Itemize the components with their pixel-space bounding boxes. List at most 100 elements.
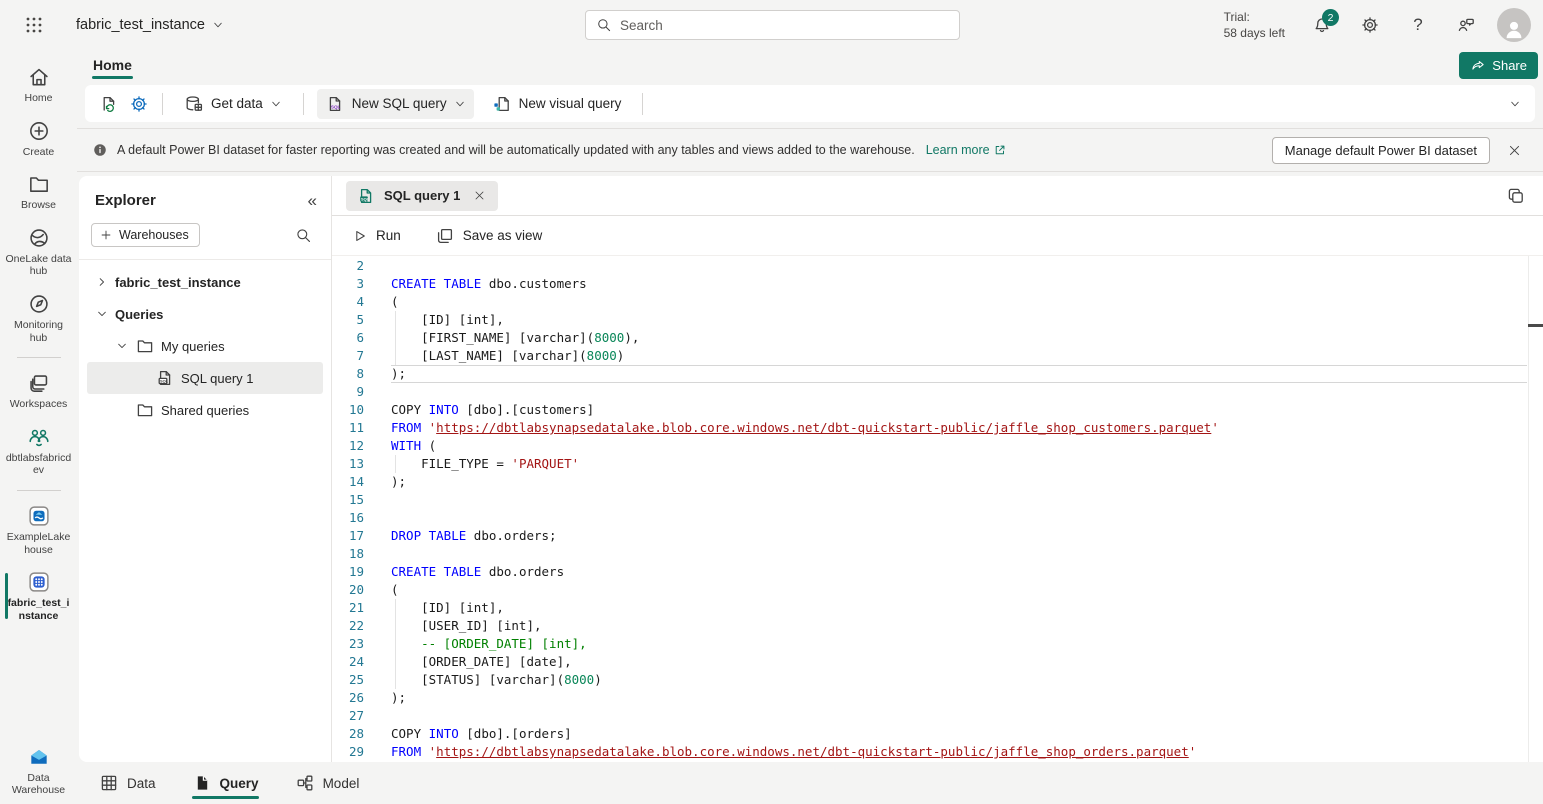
share-button[interactable]: Share: [1459, 52, 1538, 79]
workspace-selector[interactable]: fabric_test_instance: [76, 17, 224, 33]
home-icon: [27, 65, 51, 89]
code-line-12[interactable]: 12WITH (: [334, 437, 1527, 455]
tree-item-label: SQL query 1: [181, 371, 254, 386]
code-line-content: CREATE TABLE dbo.orders: [391, 563, 1527, 581]
nav-item-fabric-test-instance[interactable]: fabric_test_instance: [3, 563, 75, 629]
code-line-24[interactable]: 24 [ORDER_DATE] [date],: [334, 653, 1527, 671]
nav-item-home[interactable]: Home: [3, 58, 75, 112]
code-line-26[interactable]: 26);: [334, 689, 1527, 707]
nav-item-label: Monitoring hub: [6, 319, 72, 344]
code-line-6[interactable]: 6 [FIRST_NAME] [varchar](8000),: [334, 329, 1527, 347]
notifications-button[interactable]: 2: [1305, 8, 1339, 42]
code-line-3[interactable]: 3CREATE TABLE dbo.customers: [334, 275, 1527, 293]
app-window: fabric_test_instance Trial: 58 days left…: [0, 0, 1543, 804]
nav-item-dbtlabsfabricdev[interactable]: dbtlabsfabricdev: [3, 418, 75, 484]
code-line-2[interactable]: 2: [334, 257, 1527, 275]
app-launcher-button[interactable]: [14, 5, 54, 45]
warehouse-settings-button[interactable]: [129, 94, 149, 114]
view-switcher-bar: Data Query Model: [77, 762, 1543, 804]
editor-scrollbar[interactable]: [1528, 256, 1543, 762]
tree-item-label: My queries: [161, 339, 225, 354]
chevron-down-icon: [270, 98, 282, 110]
help-button[interactable]: ?: [1401, 8, 1435, 42]
tree-indent: [115, 403, 129, 417]
code-line-25[interactable]: 25 [STATUS] [varchar](8000): [334, 671, 1527, 689]
code-line-14[interactable]: 14);: [334, 473, 1527, 491]
code-line-content: FROM 'https://dbtlabsynapsedatalake.blob…: [391, 419, 1527, 437]
code-line-21[interactable]: 21 [ID] [int],: [334, 599, 1527, 617]
view-tab-data[interactable]: Data: [99, 762, 156, 804]
line-number: 21: [334, 599, 364, 617]
tree-item-sql-query-1[interactable]: SQLSQL query 1: [87, 362, 323, 394]
nav-item-examplelakehouse[interactable]: ExampleLakehouse: [3, 497, 75, 563]
account-avatar[interactable]: [1497, 8, 1531, 42]
code-line-15[interactable]: 15: [334, 491, 1527, 509]
code-line-5[interactable]: 5 [ID] [int],: [334, 311, 1527, 329]
tree-item-shared-queries[interactable]: Shared queries: [87, 394, 323, 426]
manage-default-dataset-button[interactable]: Manage default Power BI dataset: [1272, 137, 1490, 164]
code-line-23[interactable]: 23 -- [ORDER_DATE] [int],: [334, 635, 1527, 653]
new-sql-query-button[interactable]: SQL New SQL query: [317, 89, 474, 119]
learn-more-link[interactable]: Learn more: [926, 143, 1007, 157]
close-tab-button[interactable]: [468, 185, 490, 207]
save-as-view-button[interactable]: Save as view: [435, 226, 543, 246]
code-line-13[interactable]: 13 FILE_TYPE = 'PARQUET': [334, 455, 1527, 473]
tab-sql-query-1[interactable]: SQL SQL query 1: [346, 181, 498, 211]
view-tab-model[interactable]: Model: [295, 762, 360, 804]
nav-item-onelake-data-hub[interactable]: OneLake data hub: [3, 219, 75, 285]
tree-item-label: fabric_test_instance: [115, 275, 241, 290]
search-icon: [596, 17, 612, 33]
code-line-7[interactable]: 7 [LAST_NAME] [varchar](8000): [334, 347, 1527, 365]
new-visual-query-button[interactable]: New visual query: [484, 89, 630, 119]
nav-item-label: dbtlabsfabricdev: [6, 452, 72, 477]
code-line-content: [ID] [int],: [391, 599, 1527, 617]
code-line-8[interactable]: 8);: [334, 365, 1527, 383]
view-tab-query[interactable]: Query: [192, 762, 259, 804]
nav-item-label: Home: [24, 92, 52, 105]
code-line-9[interactable]: 9: [334, 383, 1527, 401]
line-number: 14: [334, 473, 364, 491]
code-editor[interactable]: 23CREATE TABLE dbo.customers4(5 [ID] [in…: [332, 256, 1543, 762]
nav-item-monitoring-hub[interactable]: Monitoring hub: [3, 285, 75, 351]
collapse-panel-button[interactable]: «: [308, 192, 317, 209]
refresh-report-button[interactable]: [99, 94, 119, 114]
content-card: Explorer « Warehouses fabric_test_instan…: [79, 176, 1543, 762]
tree-item-queries[interactable]: Queries: [87, 298, 323, 330]
code-token: 8000: [594, 330, 624, 345]
code-line-19[interactable]: 19CREATE TABLE dbo.orders: [334, 563, 1527, 581]
code-line-17[interactable]: 17DROP TABLE dbo.orders;: [334, 527, 1527, 545]
settings-button[interactable]: [1353, 8, 1387, 42]
run-button[interactable]: Run: [352, 228, 401, 244]
feedback-button[interactable]: [1449, 8, 1483, 42]
tree-item-my-queries[interactable]: My queries: [87, 330, 323, 362]
code-line-28[interactable]: 28COPY INTO [dbo].[orders]: [334, 725, 1527, 743]
code-token: CREATE TABLE: [391, 276, 481, 291]
code-line-29[interactable]: 29FROM 'https://dbtlabsynapsedatalake.bl…: [334, 743, 1527, 761]
nav-item-workspaces[interactable]: Workspaces: [3, 364, 75, 418]
nav-item-browse[interactable]: Browse: [3, 165, 75, 219]
tree-item-fabric-test-instance[interactable]: fabric_test_instance: [87, 266, 323, 298]
code-line-4[interactable]: 4(: [334, 293, 1527, 311]
copy-button[interactable]: [1503, 183, 1529, 209]
ribbon-collapse-chevron[interactable]: [1509, 98, 1521, 110]
code-token: (: [391, 294, 399, 309]
workspace-name: fabric_test_instance: [76, 17, 205, 33]
code-line-10[interactable]: 10COPY INTO [dbo].[customers]: [334, 401, 1527, 419]
get-data-button[interactable]: Get data: [176, 89, 290, 119]
search-icon: [295, 227, 312, 244]
code-line-16[interactable]: 16: [334, 509, 1527, 527]
add-warehouses-button[interactable]: Warehouses: [91, 223, 200, 247]
explorer-search-button[interactable]: [289, 221, 317, 249]
code-line-27[interactable]: 27: [334, 707, 1527, 725]
nav-item-data-warehouse[interactable]: Data Warehouse: [3, 738, 75, 804]
nav-item-create[interactable]: Create: [3, 112, 75, 166]
code-line-22[interactable]: 22 [USER_ID] [int],: [334, 617, 1527, 635]
banner-close-button[interactable]: [1499, 135, 1529, 165]
search-input[interactable]: [620, 18, 949, 33]
code-line-content: [FIRST_NAME] [varchar](8000),: [391, 329, 1527, 347]
tab-home[interactable]: Home: [85, 53, 140, 79]
code-line-11[interactable]: 11FROM 'https://dbtlabsynapsedatalake.bl…: [334, 419, 1527, 437]
code-line-18[interactable]: 18: [334, 545, 1527, 563]
code-line-20[interactable]: 20(: [334, 581, 1527, 599]
code-token: ),: [624, 330, 639, 345]
